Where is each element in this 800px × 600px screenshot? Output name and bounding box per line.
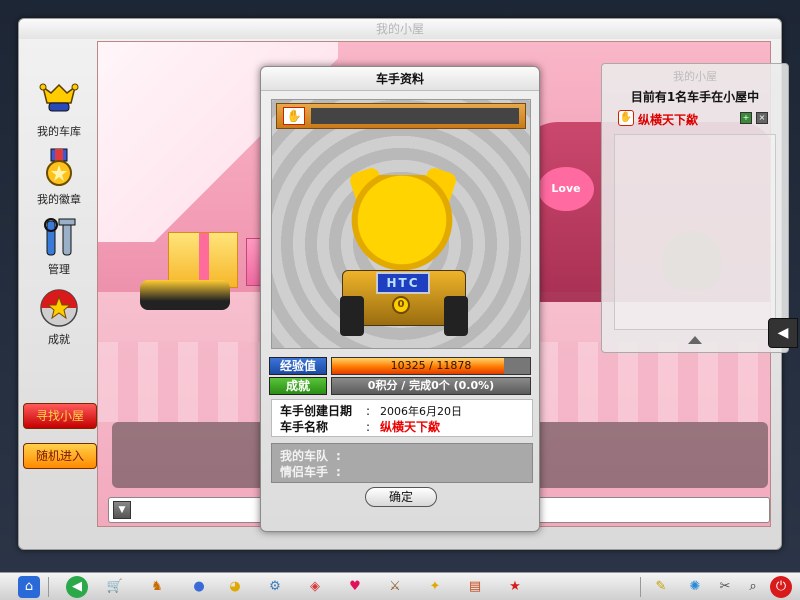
panel-ghost-title: 我的小屋: [673, 70, 717, 83]
hand-icon: ✋: [618, 110, 634, 126]
achievement-label: 成就: [269, 377, 327, 395]
search-icon[interactable]: ⌕: [742, 576, 764, 598]
driver-portrait: ✋ HTC 0: [271, 99, 531, 349]
driver-name-label: 车手名称: [280, 420, 329, 434]
chat-dropdown-toggle[interactable]: ▼: [113, 501, 131, 519]
character-head: [350, 175, 454, 275]
partner-label: 情侣车手: [280, 465, 329, 479]
sidebar-item-achievements[interactable]: 成就: [21, 287, 97, 357]
achievement-bar: 0积分 / 完成0个 (0.0%): [331, 377, 531, 395]
race-icon[interactable]: ★: [504, 576, 526, 598]
bottom-taskbar: ⌂ ◀ 🛒 ♞ ● ◕ ⚙ ◈ ♥ ⚔ ✦ ▤ ★ ✎ ✺ ✂ ⌕ ⏻: [0, 572, 800, 600]
potion-icon[interactable]: ●: [188, 576, 210, 598]
sidebar-item-label: 成就: [48, 333, 70, 346]
shop-icon[interactable]: 🛒: [104, 576, 126, 598]
achievement-row: 成就 0积分 / 完成0个 (0.0%): [269, 377, 533, 395]
player-list-item[interactable]: ✋ 纵横天下歘 + ×: [614, 110, 774, 128]
kart-badge: 0: [392, 296, 410, 314]
note-icon[interactable]: ✎: [650, 576, 672, 598]
kick-player-button[interactable]: ×: [756, 112, 768, 124]
trophy-wings-icon: [39, 83, 79, 112]
taskbar-divider: [640, 577, 641, 597]
kart-wheel: [444, 296, 468, 336]
separator: :: [366, 404, 371, 418]
pet-icon[interactable]: ◕: [224, 576, 246, 598]
occupancy-text: 目前有1名车手在小屋中: [630, 90, 760, 104]
random-enter-button[interactable]: 随机进入: [23, 443, 97, 469]
sidebar-item-label: 我的车库: [37, 125, 81, 138]
window-title: 我的小屋: [19, 19, 781, 39]
sidebar-item-label: 我的徽章: [37, 193, 81, 206]
driver-profile-dialog: 车手资料 ✋ HTC 0 经验值 10325 / 11878 成就 0积分 / …: [260, 66, 540, 532]
team-info-box: 我的车队: 情侣车手:: [271, 443, 533, 483]
created-date-value: 2006年6月20日: [380, 405, 462, 418]
taskbar-divider: [48, 577, 49, 597]
kart-parts-icon[interactable]: ◈: [304, 576, 326, 598]
experience-text: 10325 / 11878: [390, 359, 472, 372]
sidebar-item-manage[interactable]: 管理: [21, 217, 97, 287]
collapse-arrow-icon[interactable]: [688, 336, 702, 344]
experience-label: 经验值: [269, 357, 327, 375]
name-strip-bar: [311, 108, 519, 124]
medal-icon: [46, 148, 72, 186]
created-date-line: 车手创建日期:2006年6月20日: [280, 403, 462, 419]
team-label: 我的车队: [280, 449, 329, 463]
experience-row: 经验值 10325 / 11878: [269, 357, 533, 375]
scene-love-sign: Love: [538, 167, 594, 211]
dialog-title: 车手资料: [261, 67, 539, 91]
book-icon[interactable]: ▤: [464, 576, 486, 598]
separator: :: [336, 449, 341, 463]
add-friend-button[interactable]: +: [740, 112, 752, 124]
sidebar-item-garage[interactable]: 我的车库: [21, 79, 97, 149]
tools-icon[interactable]: ✂: [714, 576, 736, 598]
created-date-label: 车手创建日期: [280, 404, 353, 418]
find-room-button[interactable]: 寻找小屋: [23, 403, 97, 429]
kart-plate: HTC: [376, 272, 430, 294]
sidebar-item-badges[interactable]: 我的徽章: [21, 147, 97, 217]
hand-icon: ✋: [283, 107, 305, 125]
partner-line: 情侣车手:: [280, 464, 341, 480]
settings-gear-icon[interactable]: ⚙: [264, 576, 286, 598]
driver-name-strip: ✋: [276, 103, 526, 129]
network-icon[interactable]: ✺: [684, 576, 706, 598]
sidebar: 我的车库 我的徽章 管理 成就 寻找小屋 随机进入: [21, 41, 97, 541]
back-arrow-icon[interactable]: ◀: [66, 576, 88, 598]
side-collapse-button[interactable]: ◀: [768, 318, 798, 348]
experience-bar: 10325 / 11878: [331, 357, 531, 375]
power-icon[interactable]: ⏻: [770, 576, 792, 598]
room-player-panel: 我的小屋 目前有1名车手在小屋中 ✋ 纵横天下歘 + ×: [601, 63, 789, 353]
kart-wheel: [340, 296, 364, 336]
driver-info-box: 车手创建日期:2006年6月20日 车手名称: 纵横天下歘: [271, 399, 533, 437]
home-icon[interactable]: ⌂: [18, 576, 40, 598]
achievement-text: 0积分 / 完成0个 (0.0%): [367, 379, 495, 392]
sidebar-item-label: 管理: [48, 263, 70, 276]
driver-name-value: 纵横天下歘: [380, 420, 441, 434]
separator: :: [336, 465, 341, 479]
sword-icon[interactable]: ⚔: [384, 576, 406, 598]
separator: :: [366, 420, 371, 434]
heart-icon[interactable]: ♥: [344, 576, 366, 598]
parked-kart[interactable]: [140, 280, 230, 310]
wing-icon[interactable]: ✦: [424, 576, 446, 598]
star-ball-icon: [40, 289, 78, 327]
character-icon[interactable]: ♞: [146, 576, 168, 598]
team-line: 我的车队:: [280, 448, 341, 464]
player-name: 纵横天下歘: [638, 113, 699, 127]
player-list-area: [614, 134, 776, 330]
tools-icon: [44, 218, 76, 256]
ok-button[interactable]: 确定: [365, 487, 437, 507]
driver-name-line: 车手名称: 纵横天下歘: [280, 419, 440, 435]
